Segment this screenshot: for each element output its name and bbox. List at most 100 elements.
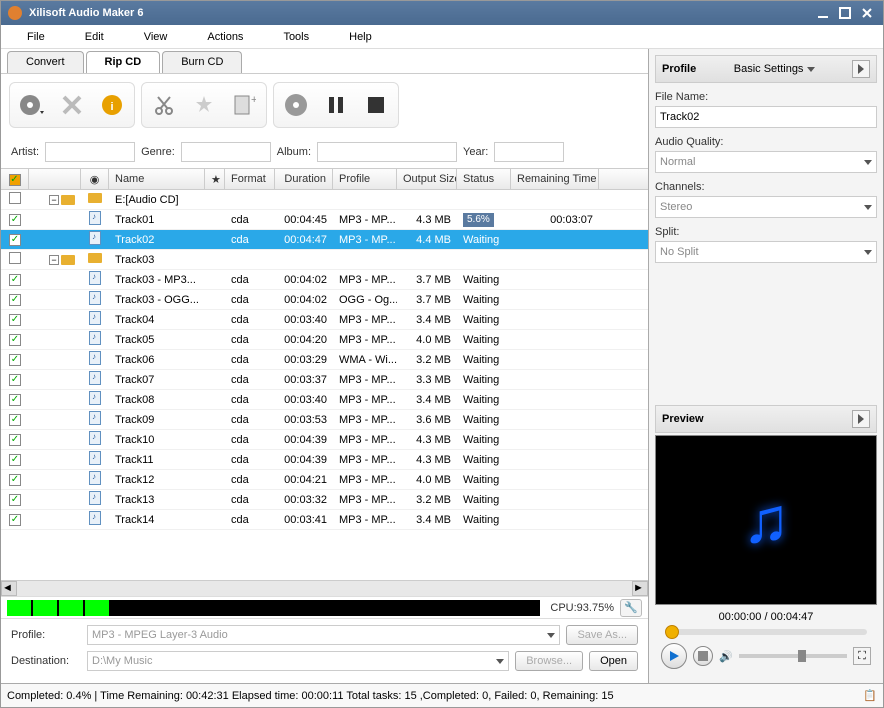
disc-dropdown-button[interactable] (14, 87, 50, 123)
track-list[interactable]: −E:[Audio CD]Track01cda00:04:45MP3 - MP.… (1, 190, 648, 580)
track-checkbox[interactable] (9, 354, 21, 366)
table-row[interactable]: −E:[Audio CD] (1, 190, 648, 210)
quality-select[interactable]: Normal (655, 151, 877, 173)
titlebar[interactable]: Xilisoft Audio Maker 6 (1, 1, 883, 25)
table-row[interactable]: Track07cda00:03:37MP3 - MP...3.3 MBWaiti… (1, 370, 648, 390)
track-remaining (511, 378, 599, 382)
volume-slider[interactable] (739, 654, 847, 658)
track-checkbox[interactable] (9, 234, 21, 246)
menu-actions[interactable]: Actions (187, 28, 263, 46)
tab-convert[interactable]: Convert (7, 51, 84, 73)
info-button[interactable]: i (94, 87, 130, 123)
table-row[interactable]: Track01cda00:04:45MP3 - MP...4.3 MB5.6%0… (1, 210, 648, 230)
col-header-profile[interactable]: Profile (333, 169, 397, 189)
tab-rip-cd[interactable]: Rip CD (86, 51, 161, 73)
col-header-duration[interactable]: Duration (275, 169, 333, 189)
minimize-button[interactable] (813, 5, 833, 21)
table-row[interactable]: −Track03 (1, 250, 648, 270)
table-row[interactable]: Track03 - MP3...cda00:04:02MP3 - MP...3.… (1, 270, 648, 290)
menu-help[interactable]: Help (329, 28, 392, 46)
track-checkbox[interactable] (9, 214, 21, 226)
col-header-name[interactable]: Name (109, 169, 205, 189)
scroll-left-button[interactable]: ◄ (1, 581, 17, 596)
preview-play-button[interactable] (661, 643, 687, 669)
menu-view[interactable]: View (124, 28, 188, 46)
track-checkbox[interactable] (9, 394, 21, 406)
track-checkbox[interactable] (9, 514, 21, 526)
track-checkbox[interactable] (9, 334, 21, 346)
preview-stop-button[interactable] (693, 646, 713, 666)
table-row[interactable]: Track05cda00:04:20MP3 - MP...4.0 MBWaiti… (1, 330, 648, 350)
destination-select[interactable]: D:\My Music (87, 651, 509, 671)
output-profile-select[interactable]: MP3 - MPEG Layer-3 Audio (87, 625, 560, 645)
horizontal-scrollbar[interactable]: ◄ ► (1, 580, 648, 596)
tab-burn-cd[interactable]: Burn CD (162, 51, 242, 73)
menu-edit[interactable]: Edit (65, 28, 124, 46)
col-header-expand[interactable] (29, 169, 81, 189)
preview-fullscreen-button[interactable]: ⛶ (853, 647, 871, 665)
table-row[interactable]: Track09cda00:03:53MP3 - MP...3.6 MBWaiti… (1, 410, 648, 430)
col-header-output[interactable]: Output Size (397, 169, 457, 189)
browse-button[interactable]: Browse... (515, 651, 583, 671)
track-duration: 00:03:37 (275, 372, 333, 388)
profile-settings-dropdown[interactable]: Basic Settings (734, 63, 815, 75)
collapse-icon[interactable]: − (49, 195, 59, 205)
stop-button[interactable] (358, 87, 394, 123)
table-row[interactable]: Track04cda00:03:40MP3 - MP...3.4 MBWaiti… (1, 310, 648, 330)
scroll-right-button[interactable]: ► (632, 581, 648, 596)
col-header-star[interactable]: ★ (205, 169, 225, 189)
delete-button[interactable] (54, 87, 90, 123)
track-checkbox[interactable] (9, 434, 21, 446)
table-row[interactable]: Track12cda00:04:21MP3 - MP...4.0 MBWaiti… (1, 470, 648, 490)
table-row[interactable]: Track10cda00:04:39MP3 - MP...4.3 MBWaiti… (1, 430, 648, 450)
col-header-format[interactable]: Format (225, 169, 275, 189)
col-header-status[interactable]: Status (457, 169, 511, 189)
filename-input[interactable] (655, 106, 877, 128)
track-checkbox[interactable] (9, 314, 21, 326)
channels-select[interactable]: Stereo (655, 196, 877, 218)
track-format: cda (225, 432, 275, 448)
pause-button[interactable] (318, 87, 354, 123)
album-input[interactable] (317, 142, 457, 162)
table-row[interactable]: Track11cda00:04:39MP3 - MP...4.3 MBWaiti… (1, 450, 648, 470)
open-button[interactable]: Open (589, 651, 638, 671)
close-button[interactable] (857, 5, 877, 21)
track-checkbox[interactable] (9, 474, 21, 486)
table-row[interactable]: Track03 - OGG...cda00:04:02OGG - Og...3.… (1, 290, 648, 310)
preview-seek-slider[interactable] (665, 629, 867, 635)
add-profile-button[interactable]: + (226, 87, 262, 123)
table-row[interactable]: Track13cda00:03:32MP3 - MP...3.2 MBWaiti… (1, 490, 648, 510)
track-checkbox[interactable] (9, 414, 21, 426)
track-checkbox[interactable] (9, 252, 21, 264)
track-checkbox[interactable] (9, 374, 21, 386)
menu-file[interactable]: File (7, 28, 65, 46)
col-header-remain[interactable]: Remaining Time (511, 169, 599, 189)
settings-button[interactable]: 🔧 (620, 599, 642, 617)
favorite-button[interactable] (186, 87, 222, 123)
audio-file-icon (89, 211, 101, 225)
collapse-icon[interactable]: − (49, 255, 59, 265)
track-checkbox[interactable] (9, 294, 21, 306)
track-checkbox[interactable] (9, 274, 21, 286)
track-checkbox[interactable] (9, 494, 21, 506)
scroll-track[interactable] (17, 581, 632, 596)
table-row[interactable]: Track02cda00:04:47MP3 - MP...4.4 MBWaiti… (1, 230, 648, 250)
track-checkbox[interactable] (9, 454, 21, 466)
split-select[interactable]: No Split (655, 241, 877, 263)
col-header-type[interactable]: ◉ (81, 169, 109, 189)
cut-button[interactable] (146, 87, 182, 123)
profile-collapse-button[interactable] (852, 60, 870, 78)
table-row[interactable]: Track06cda00:03:29WMA - Wi...3.2 MBWaiti… (1, 350, 648, 370)
preview-collapse-button[interactable] (852, 410, 870, 428)
genre-input[interactable] (181, 142, 271, 162)
col-header-check[interactable] (1, 169, 29, 189)
maximize-button[interactable] (835, 5, 855, 21)
track-checkbox[interactable] (9, 192, 21, 204)
table-row[interactable]: Track14cda00:03:41MP3 - MP...3.4 MBWaiti… (1, 510, 648, 530)
rip-button[interactable] (278, 87, 314, 123)
artist-input[interactable] (45, 142, 135, 162)
table-row[interactable]: Track08cda00:03:40MP3 - MP...3.4 MBWaiti… (1, 390, 648, 410)
menu-tools[interactable]: Tools (263, 28, 329, 46)
save-as-button[interactable]: Save As... (566, 625, 638, 645)
year-input[interactable] (494, 142, 564, 162)
